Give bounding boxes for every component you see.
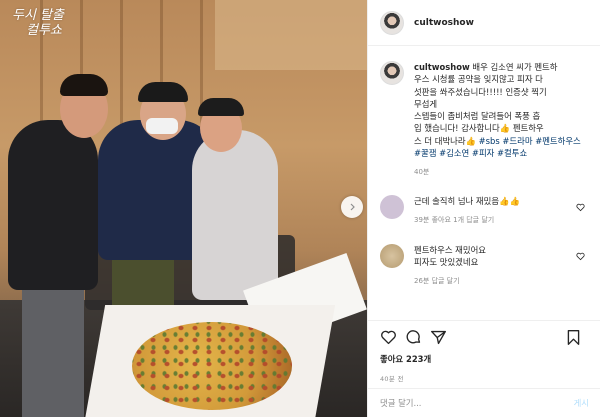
caption-line: 배우 김소연 씨가 펜트하: [472, 62, 558, 72]
comment-heart-icon[interactable]: [576, 203, 585, 212]
comment-icon[interactable]: [405, 329, 422, 346]
next-photo-button[interactable]: [341, 196, 363, 218]
share-icon[interactable]: [430, 329, 447, 346]
caption-line: 무섭게: [414, 98, 438, 109]
post-photo[interactable]: 두시 탈출 컬투쇼: [0, 0, 367, 417]
post-actions: 좋아요 223개 40분 전: [368, 320, 600, 383]
post-time: 40분 전: [380, 375, 404, 383]
chevron-right-icon: [350, 203, 355, 211]
caption-avatar[interactable]: [380, 61, 404, 85]
comment-text: 펜트하우스 재밌어요: [414, 244, 487, 255]
heart-icon[interactable]: [380, 329, 397, 346]
logo-line: 두시 탈출: [12, 8, 64, 23]
caption-line: 스 더 대박나라👍: [414, 135, 476, 146]
hashtag-link[interactable]: #컬투쇼: [497, 148, 527, 158]
hashtag-link[interactable]: #펜트하우스: [535, 136, 581, 146]
person-left: [8, 120, 98, 290]
comment-item: 펜트하우스 재밌어요 피자도 맛있겠네요 26분 답글 달기: [380, 243, 589, 287]
post-comment-button[interactable]: 게시: [574, 397, 589, 409]
comment-body: 펜트하우스 재밌어요 피자도 맛있겠네요 26분 답글 달기: [414, 244, 579, 287]
post-sidebar: cultwoshow cultwoshow 배우 김소연 씨가 펜트하 우스 시…: [367, 0, 600, 417]
comment-meta[interactable]: 26분 답글 달기: [414, 275, 579, 287]
hashtag-link[interactable]: #꿀잼: [414, 148, 436, 158]
hashtag-link[interactable]: #sbs: [479, 136, 500, 146]
caption-line: 섯판을 쏴주셨습니다!!!!! 인증샷 찍기: [414, 86, 547, 97]
commenter-avatar[interactable]: [380, 195, 404, 220]
commenter-avatar[interactable]: [380, 243, 404, 268]
comment-text: 근데 솔직히 넘나 재밌음👍👍: [414, 196, 520, 207]
caption-text: cultwoshow 배우 김소연 씨가 펜트하 우스 시청률 공약을 잊지않고…: [414, 61, 589, 159]
comment-heart-icon[interactable]: [576, 252, 585, 261]
person-hair: [60, 74, 108, 96]
caption-line: 입 했습니다! 감사합니다👍 펜트하우: [414, 123, 544, 134]
caption-time: 40분: [414, 168, 430, 177]
comment-meta[interactable]: 39분 좋아요 1개 답글 달기: [414, 214, 579, 226]
person-right: [192, 130, 278, 300]
person-cap: [138, 82, 188, 102]
person-cap: [198, 98, 244, 116]
caption: cultwoshow 배우 김소연 씨가 펜트하 우스 시청률 공약을 잊지않고…: [380, 61, 589, 159]
hashtag-link[interactable]: #김소연: [439, 148, 469, 158]
person-legs: [22, 270, 84, 417]
show-logo: 두시 탈출 컬투쇼: [12, 8, 64, 38]
caption-line: 스텝들이 좀비처럼 달려들어 폭풍 흡: [414, 111, 541, 122]
hashtag-link[interactable]: #피자: [472, 148, 494, 158]
caption-line: 우스 시청률 공약을 잊지않고 피자 다: [414, 74, 543, 85]
logo-line: 컬투쇼: [26, 23, 62, 38]
action-icons: [380, 327, 589, 347]
instagram-post-view: 두시 탈출 컬투쇼 cultwoshow cultwoshow 배우 김소연 씨…: [0, 0, 600, 417]
comment-body: 근데 솔직히 넘나 재밌음👍👍 39분 좋아요 1개 답글 달기: [414, 195, 579, 226]
bookmark-icon[interactable]: [566, 329, 581, 346]
face-mask: [146, 118, 178, 134]
comment-box: 게시: [368, 388, 600, 417]
ceiling: [215, 0, 367, 70]
like-count[interactable]: 좋아요 223개: [380, 353, 589, 365]
post-header: cultwoshow: [368, 0, 600, 46]
profile-avatar[interactable]: [380, 10, 404, 35]
pizza-toppings: [132, 322, 292, 410]
hashtag-link[interactable]: #드라마: [502, 136, 532, 146]
header-username[interactable]: cultwoshow: [414, 18, 474, 28]
comments-section: cultwoshow 배우 김소연 씨가 펜트하 우스 시청률 공약을 잊지않고…: [368, 47, 600, 320]
caption-username[interactable]: cultwoshow: [414, 62, 470, 72]
comment-text: 피자도 맛있겠네요: [414, 257, 479, 268]
comment-input[interactable]: [380, 398, 574, 408]
comment-item: 근데 솔직히 넘나 재밌음👍👍 39분 좋아요 1개 답글 달기: [380, 195, 589, 226]
